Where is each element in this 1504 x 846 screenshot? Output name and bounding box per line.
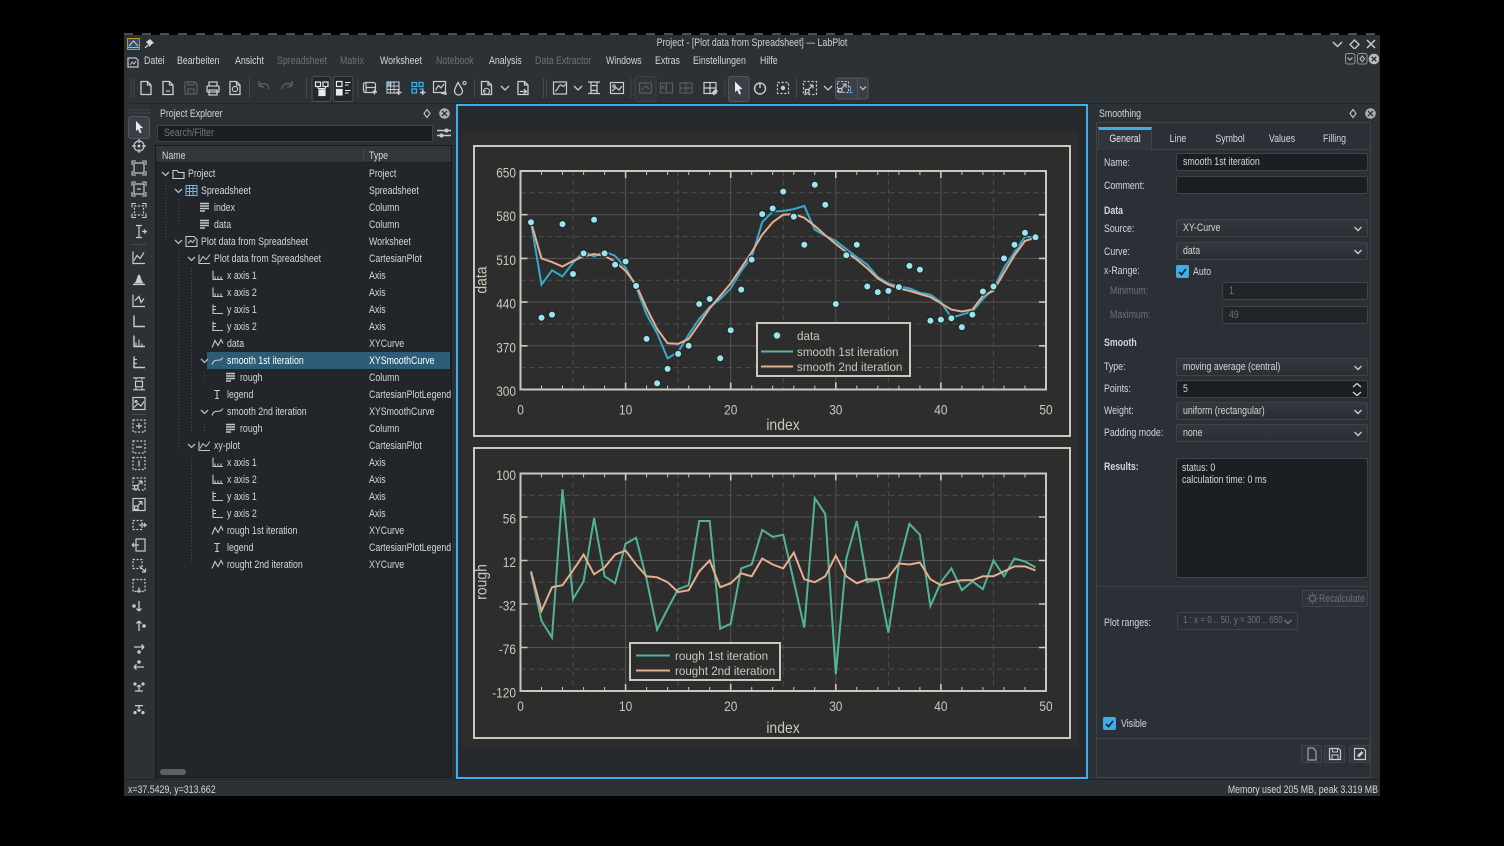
svg-text:-120: -120 — [492, 685, 516, 701]
svg-text:56: 56 — [503, 511, 516, 527]
svg-text:10: 10 — [619, 698, 632, 714]
svg-text:30: 30 — [829, 698, 842, 714]
svg-text:smooth 2nd iteration: smooth 2nd iteration — [797, 360, 902, 374]
svg-text:-76: -76 — [499, 641, 516, 657]
svg-text:40: 40 — [934, 698, 947, 714]
svg-text:index: index — [766, 720, 800, 737]
svg-text:data: data — [797, 329, 820, 343]
svg-text:100: 100 — [496, 467, 516, 483]
svg-text:0: 0 — [517, 402, 524, 418]
svg-text:-32: -32 — [499, 598, 516, 614]
svg-text:50: 50 — [1039, 402, 1052, 418]
svg-text:20: 20 — [724, 402, 737, 418]
svg-text:650: 650 — [496, 165, 516, 181]
svg-text:smooth 1st iteration: smooth 1st iteration — [797, 345, 899, 359]
svg-text:rought 2nd iteration: rought 2nd iteration — [675, 664, 775, 678]
svg-text:index: index — [766, 417, 800, 434]
svg-text:10: 10 — [619, 402, 632, 418]
svg-text:580: 580 — [496, 208, 516, 224]
svg-text:50: 50 — [1039, 698, 1052, 714]
svg-text:20: 20 — [724, 698, 737, 714]
svg-text:370: 370 — [496, 340, 516, 356]
svg-text:510: 510 — [496, 252, 516, 268]
svg-text:12: 12 — [503, 554, 516, 570]
svg-text:30: 30 — [829, 402, 842, 418]
svg-text:rough 1st iteration: rough 1st iteration — [675, 649, 768, 663]
svg-text:rough: rough — [474, 564, 491, 600]
svg-text:data: data — [474, 266, 491, 294]
svg-text:0: 0 — [517, 698, 524, 714]
svg-text:40: 40 — [934, 402, 947, 418]
svg-text:300: 300 — [496, 383, 516, 399]
svg-text:440: 440 — [496, 296, 516, 312]
